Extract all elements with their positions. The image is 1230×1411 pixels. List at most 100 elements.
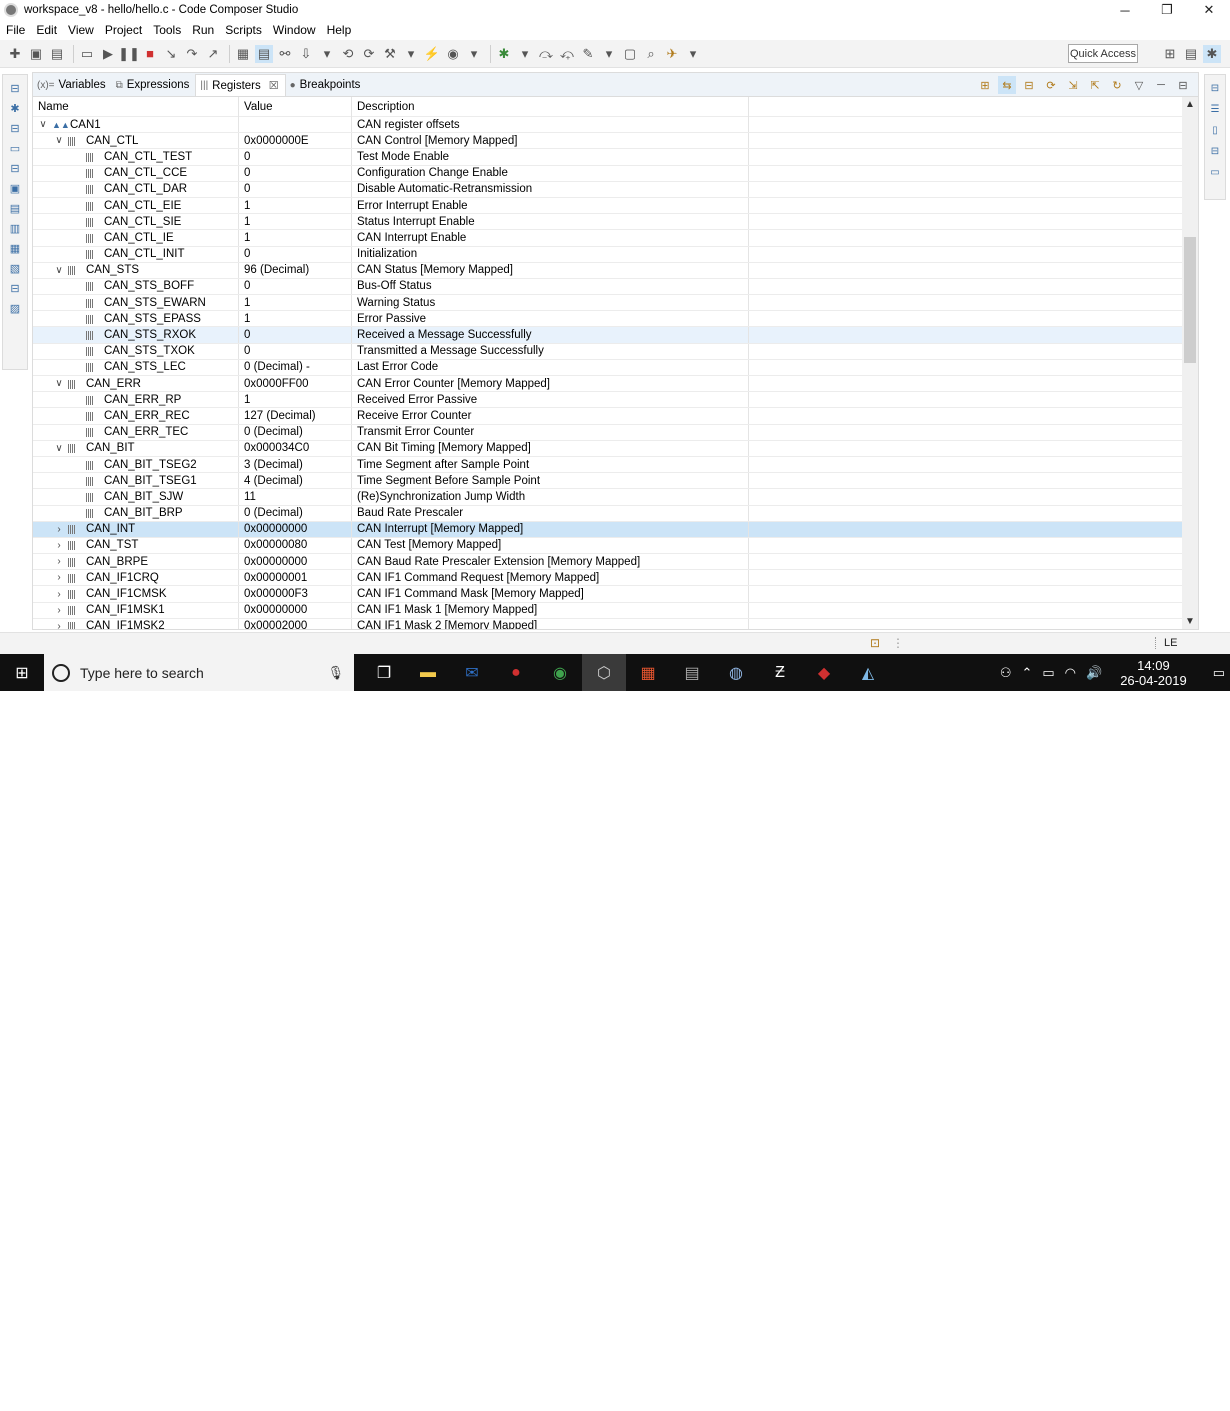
menu-help[interactable]: Help	[327, 23, 352, 37]
open-perspective-icon[interactable]: ⊞	[1161, 45, 1179, 63]
register-value[interactable]: 0x000034C0	[239, 440, 352, 456]
scroll-thumb[interactable]	[1184, 237, 1196, 363]
debug-icon[interactable]: ✱	[495, 45, 513, 63]
table-row[interactable]: › CAN_IF1CMSK 0x000000F3 CAN IF1 Command Ma…	[33, 586, 1182, 603]
new-icon[interactable]: ✚	[6, 45, 24, 63]
table-row[interactable]: ∨ ▲▲ CAN1 CAN register offsets	[33, 117, 1182, 134]
expand-toggle-icon[interactable]: ›	[53, 589, 65, 600]
table-row[interactable]: CAN_STS_EWARN 1 Warning Status	[33, 295, 1182, 312]
restore-icon[interactable]: ⊟	[6, 159, 24, 177]
table-row[interactable]: ∨ CAN_STS 96 (Decimal) CAN Status [Memory M…	[33, 262, 1182, 279]
app-z-icon[interactable]: Ƶ	[758, 654, 802, 691]
pin-icon[interactable]: ✈	[663, 45, 681, 63]
table-row[interactable]: CAN_CTL_EIE 1 Error Interrupt Enable	[33, 197, 1182, 215]
outline-icon[interactable]: ☰	[1207, 100, 1223, 118]
table-row[interactable]: CAN_STS_RXOK 0 Received a Message Successf…	[33, 327, 1182, 344]
table-row[interactable]: › CAN_TST 0x00000080 CAN Test [Memory Mappe…	[33, 537, 1182, 555]
dropdown-icon[interactable]: ▾	[600, 45, 618, 63]
view-menu-icon[interactable]: ▽	[1130, 76, 1148, 94]
table-row[interactable]: CAN_STS_LEC 0 (Decimal) - Last Error Code	[33, 359, 1182, 376]
step-into-icon[interactable]: ↘	[162, 45, 180, 63]
code-composer-studio-icon[interactable]: ⬡	[582, 654, 626, 691]
expand-toggle-icon[interactable]: ›	[53, 540, 65, 551]
collapse-all-icon[interactable]: ⊟	[1020, 76, 1038, 94]
table-row[interactable]: CAN_BIT_BRP 0 (Decimal) Baud Rate Prescale…	[33, 505, 1182, 522]
app-globe-icon[interactable]: ◍	[714, 654, 758, 691]
suspend-icon[interactable]: ❚❚	[118, 45, 140, 63]
expand-toggle-icon[interactable]: ∨	[53, 265, 65, 276]
refresh-icon[interactable]: ⟳	[1042, 76, 1060, 94]
battery-icon[interactable]: ▭	[1042, 665, 1054, 681]
dropdown-icon[interactable]: ▾	[318, 45, 336, 63]
save-icon[interactable]: ▣	[27, 45, 45, 63]
menu-view[interactable]: View	[68, 23, 94, 37]
column-header-description[interactable]: Description	[352, 97, 749, 117]
menu-edit[interactable]: Edit	[36, 23, 57, 37]
acrobat-icon[interactable]: ◆	[802, 654, 846, 691]
register-value[interactable]: 0x00000001	[239, 570, 352, 586]
restore-button[interactable]: ❐	[1146, 0, 1188, 20]
step-icon[interactable]: ⤼	[537, 45, 555, 63]
step-back-icon[interactable]: ⤽	[558, 45, 576, 63]
problems-icon[interactable]: ▤	[6, 199, 24, 217]
tab-breakpoints[interactable]: ● Breakpoints	[286, 74, 367, 96]
register-value[interactable]: 0	[239, 327, 352, 343]
expand-toggle-icon[interactable]: ›	[53, 605, 65, 616]
export-icon[interactable]: ⇱	[1086, 76, 1104, 94]
table-row[interactable]: CAN_ERR_TEC 0 (Decimal) Transmit Error Cou…	[33, 424, 1182, 441]
chevron-up-icon[interactable]: ⌃	[1021, 665, 1032, 681]
table-row[interactable]: CAN_CTL_IE 1 CAN Interrupt Enable	[33, 230, 1182, 247]
register-value[interactable]: 0	[239, 181, 352, 197]
register-value[interactable]: 127 (Decimal)	[239, 408, 352, 424]
target-status-icon[interactable]: ⊡	[870, 636, 880, 650]
minimize-button[interactable]: ─	[1104, 0, 1146, 20]
volume-icon[interactable]: 🔊	[1086, 665, 1102, 681]
register-value[interactable]: 1	[239, 311, 352, 327]
expand-toggle-icon[interactable]: ›	[53, 621, 65, 629]
dropdown-icon[interactable]: ▾	[684, 45, 702, 63]
build-icon[interactable]: ⚒	[381, 45, 399, 63]
grid-icon[interactable]: ▦	[234, 45, 252, 63]
table-row[interactable]: ∨ CAN_BIT 0x000034C0 CAN Bit Timing [Memory…	[33, 440, 1182, 457]
tab-expressions[interactable]: ⧉ Expressions	[112, 74, 196, 96]
table-row[interactable]: ∨ CAN_CTL 0x0000000E CAN Control [Memory Ma…	[33, 133, 1182, 150]
start-button[interactable]: ⊞	[0, 654, 44, 691]
table-row[interactable]: CAN_STS_BOFF 0 Bus-Off Status	[33, 278, 1182, 296]
table-row[interactable]: › CAN_INT 0x00000000 CAN Interrupt [Memory …	[33, 521, 1182, 538]
table-row[interactable]: CAN_CTL_SIE 1 Status Interrupt Enable	[33, 214, 1182, 231]
app-colorful-icon[interactable]: ▦	[626, 654, 670, 691]
table-row[interactable]: CAN_ERR_REC 127 (Decimal) Receive Error Co…	[33, 408, 1182, 425]
table-row[interactable]: ∨ CAN_ERR 0x0000FF00 CAN Error Counter [Mem…	[33, 376, 1182, 393]
register-value[interactable]: 0	[239, 149, 352, 165]
register-value[interactable]: 1	[239, 214, 352, 230]
register-value[interactable]: 0x00002000	[239, 618, 352, 629]
register-value[interactable]: 0 (Decimal) -	[239, 359, 352, 375]
ccs-debug-perspective-icon[interactable]: ✱	[1203, 45, 1221, 63]
menu-file[interactable]: File	[6, 23, 25, 37]
vertical-scrollbar[interactable]: ▲ ▼	[1182, 97, 1198, 629]
table-row[interactable]: › CAN_IF1MSK1 0x00000000 CAN IF1 Mask 1 [Me…	[33, 602, 1182, 619]
search-icon[interactable]: ⌕	[642, 45, 660, 63]
task-view-icon[interactable]: ❐	[362, 654, 406, 691]
register-value[interactable]	[239, 117, 352, 133]
register-value[interactable]: 1	[239, 197, 352, 214]
import-icon[interactable]: ⇲	[1064, 76, 1082, 94]
profile-icon[interactable]: ◉	[444, 45, 462, 63]
restart-icon[interactable]: ⟳	[360, 45, 378, 63]
table-row[interactable]: CAN_BIT_SJW 11 (Re)Synchronization Jump Wi…	[33, 489, 1182, 506]
register-value[interactable]: 0x0000000E	[239, 133, 352, 149]
table-row[interactable]: CAN_CTL_INIT 0 Initialization	[33, 246, 1182, 263]
restore-icon[interactable]: ⊟	[6, 79, 24, 97]
column-header-name[interactable]: Name	[33, 97, 239, 117]
ccs-edit-perspective-icon[interactable]: ▤	[1182, 45, 1200, 63]
app-red-icon[interactable]: ●	[494, 654, 538, 691]
memory-icon[interactable]: ▤	[255, 44, 273, 63]
register-value[interactable]: 1	[239, 230, 352, 246]
column-header-value[interactable]: Value	[239, 97, 352, 117]
microphone-icon[interactable]: 🎙	[327, 665, 344, 681]
expand-toggle-icon[interactable]: ∨	[53, 378, 65, 389]
restore-icon[interactable]: ⊟	[1207, 79, 1223, 97]
sync-icon[interactable]: ⇆	[998, 76, 1016, 94]
register-value[interactable]: 0x00000000	[239, 521, 352, 537]
console-icon[interactable]: ▣	[6, 179, 24, 197]
